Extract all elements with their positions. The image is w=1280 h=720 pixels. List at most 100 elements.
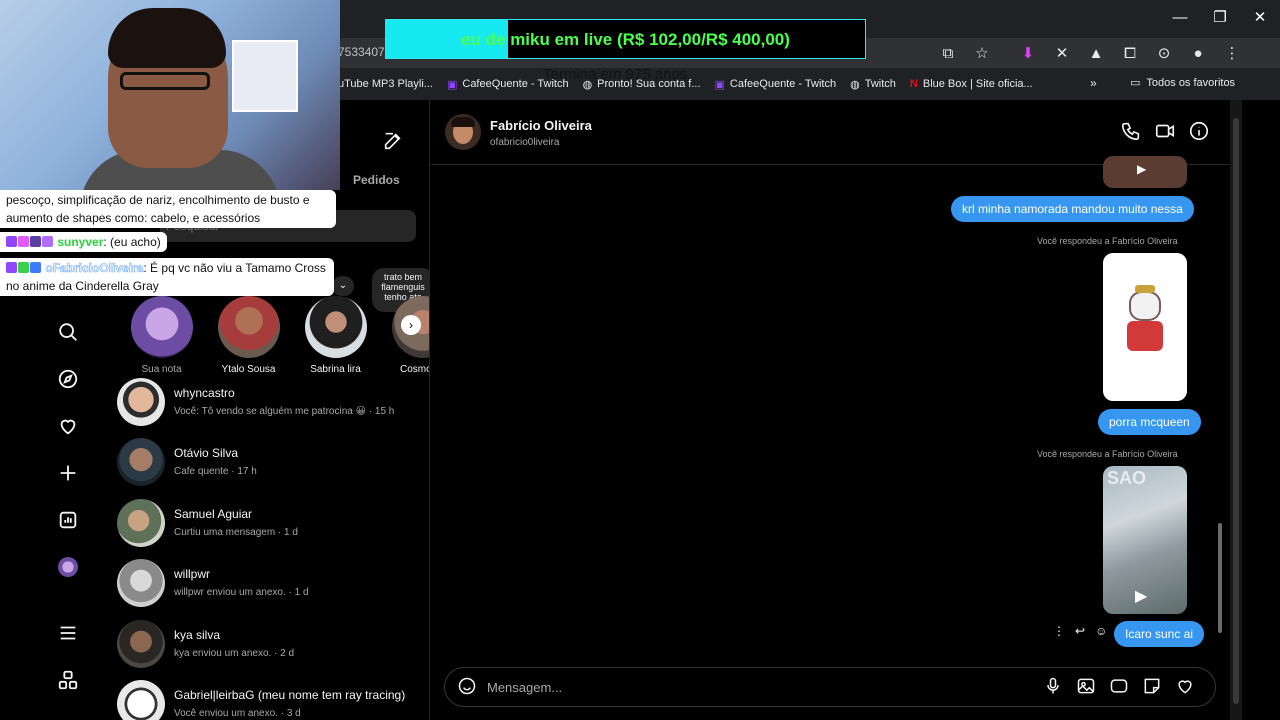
info-icon <box>1189 121 1209 141</box>
conversation-item-kya[interactable]: kya silva kya enviou um anexo. · 2 d <box>115 616 425 676</box>
bookmark-star-icon[interactable]: ☆ <box>966 38 998 68</box>
thread-scroll-thumb[interactable] <box>1218 523 1222 633</box>
minimize-icon[interactable]: — <box>1160 0 1200 34</box>
extensions-puzzle-icon[interactable]: ⧠ <box>1114 38 1146 68</box>
avatar <box>117 559 165 608</box>
avatar <box>117 679 165 720</box>
extension-triangle-icon[interactable]: ▲ <box>1080 38 1112 68</box>
conversation-item-otavio[interactable]: Otávio Silva Cafe quente · 17 h <box>115 434 425 494</box>
contact-name[interactable]: Fabrício Oliveira <box>490 118 592 133</box>
message-composer <box>444 667 1216 707</box>
page-scrollbar[interactable] <box>1230 100 1242 720</box>
bookmarks-bar: uTube MP3 Playli... ▣ CafeeQuente - Twitc… <box>338 72 1047 96</box>
conversation-panel: Fabrício Oliveira ofabricio0liveira ▶ kr… <box>431 100 1230 720</box>
gif-icon <box>1110 679 1128 693</box>
conversation-item-willpwr[interactable]: willpwr willpwr enviou um anexo. · 1 d <box>115 555 425 615</box>
background-shelf <box>232 40 298 112</box>
bookmark-cafeequente-2[interactable]: ▣ CafeeQuente - Twitch <box>715 78 837 91</box>
bookmark-youtube-mp3[interactable]: uTube MP3 Playli... <box>338 78 433 90</box>
sticker-image[interactable] <box>1103 253 1187 401</box>
message-bubble[interactable]: krl minha namorada mandou muito nessa <box>951 196 1194 222</box>
bookmarks-overflow-button[interactable]: » <box>1090 76 1097 90</box>
bookmark-blue-box[interactable]: N Blue Box | Site oficia... <box>910 78 1033 90</box>
nav-notifications[interactable] <box>50 408 86 444</box>
voice-message-button[interactable] <box>1043 676 1065 698</box>
sticker-character <box>1121 285 1169 355</box>
twitch-icon: ▣ <box>714 78 725 91</box>
profile-avatar-icon[interactable]: ● <box>1182 38 1214 68</box>
conversation-item-gabriel[interactable]: Gabriel|leirbaG (meu nome tem ray tracin… <box>115 676 425 720</box>
note-ytalo[interactable]: Ytalo Sousa <box>205 296 292 375</box>
message-bubble[interactable]: Icaro sunc ai <box>1114 621 1205 647</box>
extension-x-icon[interactable]: ✕ <box>1046 38 1078 68</box>
download-extension-icon[interactable]: ⬇ <box>1012 38 1044 68</box>
nav-profile[interactable] <box>50 549 86 585</box>
new-message-button[interactable] <box>382 130 406 154</box>
badge-icon <box>30 262 41 273</box>
note-sabrina[interactable]: Sabrina lira <box>292 296 379 375</box>
nav-dashboard[interactable] <box>50 502 86 538</box>
badge-icon <box>6 236 17 247</box>
nav-also-from-meta[interactable] <box>50 662 86 698</box>
nav-create[interactable] <box>50 455 86 491</box>
close-window-icon[interactable]: ✕ <box>1240 0 1280 34</box>
conversation-list: whyncastro Você: Tô vendo se alguém me p… <box>115 374 425 720</box>
bookmark-twitch[interactable]: ◍ Twitch <box>850 78 896 91</box>
avatar <box>304 296 367 358</box>
conversation-item-samuel[interactable]: Samuel Aguiar Curtiu uma mensagem · 1 d <box>115 495 425 555</box>
note-own[interactable]: Sua nota <box>118 296 205 375</box>
install-app-icon[interactable]: ⧉ <box>932 38 964 68</box>
profile-avatar <box>58 557 78 577</box>
message-bubble[interactable]: porra mcqueen <box>1098 409 1201 435</box>
chart-icon <box>59 511 77 529</box>
note-cosmos[interactable]: Cosmos 1 <box>379 296 429 375</box>
sticker-button[interactable] <box>1142 676 1164 698</box>
message-input[interactable] <box>487 677 987 697</box>
nav-more[interactable] <box>50 615 86 651</box>
video-call-button[interactable] <box>1154 120 1178 144</box>
add-photo-button[interactable] <box>1076 676 1098 698</box>
page-scroll-thumb[interactable] <box>1233 118 1239 704</box>
streamer-glasses <box>120 72 210 90</box>
extension-toolbar: ⧉ ☆ ⬇ ✕ ▲ ⧠ ⊙ ● ⋮ <box>932 38 1248 68</box>
badge-icon <box>18 236 29 247</box>
gif-button[interactable] <box>1109 676 1131 698</box>
thread-scrollbar[interactable] <box>1216 168 1224 652</box>
nav-explore[interactable] <box>50 361 86 397</box>
phone-icon <box>1121 122 1140 141</box>
avatar <box>117 378 165 426</box>
notes-row: Sua nota Ytalo Sousa Sabrina lira Cosmos… <box>118 296 429 375</box>
all-bookmarks-button[interactable]: ▭ Todos os favoritos <box>1130 76 1235 90</box>
react-emoji-icon[interactable]: ☺ <box>1095 624 1107 638</box>
avatar <box>117 619 165 668</box>
chevron-right-icon: › <box>409 318 413 332</box>
avatar <box>117 438 165 487</box>
reel-title: SAO <box>1107 468 1147 488</box>
message-thread: ▶ krl minha namorada mandou muito nessa … <box>431 156 1230 656</box>
window-controls: — ❐ ✕ <box>1160 0 1280 34</box>
folder-icon: ▭ <box>1130 77 1141 89</box>
conversation-info-button[interactable] <box>1188 120 1212 144</box>
audio-call-button[interactable] <box>1120 120 1144 144</box>
browser-menu-icon[interactable]: ⋮ <box>1216 38 1248 68</box>
avatar <box>217 296 280 358</box>
contact-avatar[interactable] <box>445 114 481 150</box>
nav-search[interactable] <box>50 314 86 350</box>
twitch-icon: ▣ <box>446 78 458 91</box>
shared-reel[interactable]: SAO ▶ <box>1103 466 1187 614</box>
reply-icon[interactable]: ↩ <box>1075 624 1085 638</box>
shared-media[interactable]: ▶ <box>1103 156 1187 188</box>
emoji-button[interactable] <box>457 676 479 698</box>
note-chevron-icon: ⌄ <box>332 276 354 296</box>
badge-icon <box>30 236 41 247</box>
restore-icon[interactable]: ❐ <box>1200 0 1240 34</box>
like-button[interactable] <box>1175 676 1197 698</box>
reel-icon: ▶ <box>1135 588 1148 605</box>
media-control-icon[interactable]: ⊙ <box>1148 38 1180 68</box>
conversation-item-whyncastro[interactable]: whyncastro Você: Tô vendo se alguém me p… <box>115 374 425 434</box>
video-camera-icon <box>1155 124 1175 138</box>
more-options-icon[interactable]: ⋮ <box>1053 624 1065 638</box>
notes-next-button[interactable]: › <box>401 315 421 335</box>
contact-username: ofabricio0liveira <box>490 137 560 148</box>
tab-requests[interactable]: Pedidos <box>353 173 400 187</box>
